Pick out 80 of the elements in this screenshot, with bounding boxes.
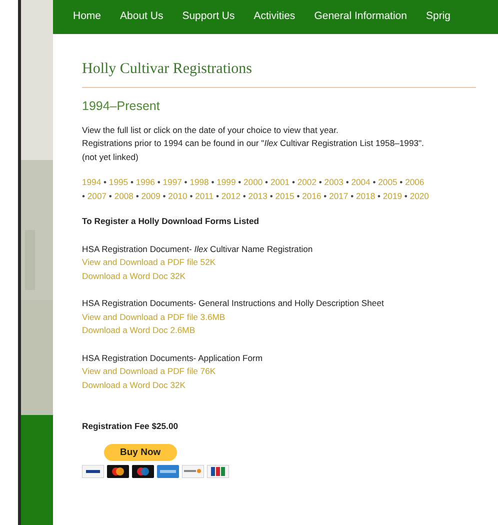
year-link[interactable]: 2000 [244,177,263,187]
nav-link[interactable]: About Us [120,9,164,25]
year-link[interactable]: 2004 [351,177,370,187]
payment-card-icon [207,465,229,478]
separator: • [211,177,214,187]
separator: • [104,177,107,187]
download-link[interactable]: Download a Word Doc 32K [82,378,186,392]
intro-text: Registrations prior to 1994 can be found in our "Ilex Cultivar Registration List 1958–1993". [82,137,425,150]
separator: • [372,177,376,187]
payment-card-icon [157,465,179,478]
year-link[interactable]: 2012 [221,190,240,200]
year-link[interactable]: 2006 [405,177,424,187]
year-link[interactable]: 2018 [356,190,376,200]
separator: • [136,190,139,200]
year-link[interactable]: 2007 [87,190,107,200]
separator: • [404,190,408,200]
nav-link[interactable]: Activities [254,9,296,25]
document-title: HSA Registration Documents- General Instructions and Holly Description Sheet [82,297,384,310]
download-link[interactable]: View and Download a PDF file 3.6MB [82,310,226,324]
fee-text: Registration Fee $25.00 [82,420,180,433]
separator: • [216,190,219,200]
nav-link[interactable]: Sprig [426,9,451,25]
year-link[interactable]: 2005 [378,177,398,187]
separator: • [346,177,349,187]
separator: • [324,190,327,200]
intro-text: (not yet linked) [82,150,140,164]
separator: • [318,177,322,187]
separator: • [296,190,300,200]
year-link[interactable]: 1998 [190,177,209,187]
nav-link[interactable]: Support Us [182,9,235,25]
year-link[interactable]: 1996 [136,177,155,187]
separator: • [238,177,242,187]
year-link[interactable]: 2001 [270,177,290,187]
year-link[interactable]: 2009 [141,190,160,200]
separator: • [270,190,273,200]
year-link[interactable]: 2013 [248,190,268,200]
download-link[interactable]: Download a Word Doc 32K [82,270,186,283]
page-title: Holly Cultivar Registrations [82,60,476,88]
year-link[interactable]: 2010 [168,190,188,200]
buy-now-button[interactable]: Buy Now [104,444,177,461]
year-link[interactable]: 2011 [195,190,214,200]
payment-card-icon [132,465,154,478]
separator: • [292,177,295,187]
payment-card-icon [182,465,204,478]
separator: • [350,190,354,200]
year-link[interactable]: 1994 [82,177,102,187]
separator: • [378,190,381,200]
separator: • [400,177,403,187]
separator: • [82,190,86,200]
separator: • [130,177,134,187]
year-link[interactable]: 2017 [329,190,348,200]
separator: • [184,177,188,187]
separator: • [242,190,246,200]
year-link[interactable]: 2002 [297,177,316,187]
nav-link[interactable]: General Information [314,9,407,25]
separator: • [157,177,160,187]
document-title: HSA Registration Document- Ilex Cultivar Name Registration [82,242,313,256]
intro-text: View the full list or click on the date of your choice to view that year. [82,124,340,137]
separator: • [265,177,268,187]
year-link[interactable]: 2008 [114,190,134,200]
separator: • [108,190,112,200]
download-link[interactable]: View and Download a PDF file 52K [82,256,216,270]
forms-heading: To Register a Holly Download Forms Listed [82,215,260,228]
separator: • [162,190,166,200]
year-link[interactable]: 2019 [382,190,402,200]
nav-link[interactable]: Home [73,9,102,25]
download-link[interactable]: Download a Word Doc 2.6MB [82,324,196,338]
year-link[interactable]: 2003 [324,177,344,187]
year-link[interactable]: 1995 [108,177,128,187]
payment-card-icon [107,465,129,478]
year-link[interactable]: 1999 [216,177,236,187]
document-title: HSA Registration Documents- Application Form [82,352,263,365]
download-link[interactable]: View and Download a PDF file 76K [82,365,216,378]
section-heading: 1994–Present [82,100,161,114]
year-link[interactable]: 2015 [275,190,294,200]
separator: • [190,190,193,200]
year-link[interactable]: 2016 [302,190,322,200]
year-link[interactable]: 2020 [410,190,429,200]
payment-card-icon [82,465,104,478]
year-link[interactable]: 1997 [162,177,182,187]
